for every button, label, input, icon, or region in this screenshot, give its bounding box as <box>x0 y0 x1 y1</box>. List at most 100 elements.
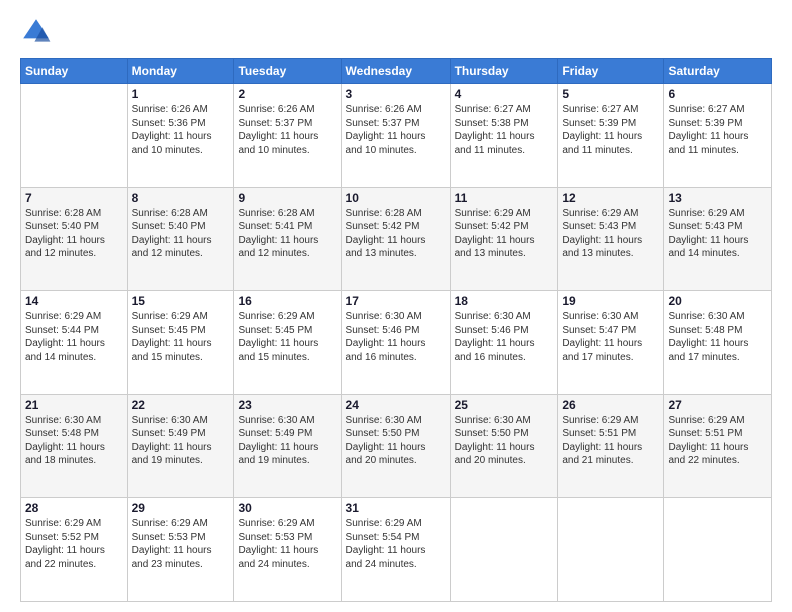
calendar-week-4: 21Sunrise: 6:30 AM Sunset: 5:48 PM Dayli… <box>21 394 772 498</box>
calendar-cell: 18Sunrise: 6:30 AM Sunset: 5:46 PM Dayli… <box>450 291 558 395</box>
calendar-header-thursday: Thursday <box>450 59 558 84</box>
logo <box>20 16 56 48</box>
day-number: 11 <box>455 191 554 205</box>
calendar-cell: 26 Sunrise: 6:29 AM Sunset: 5:51 PM Dayli… <box>558 394 664 498</box>
day-info: Sunrise: 6:29 AM Sunset: 5:42 PM Dayligh… <box>455 207 554 261</box>
day-info: Sunrise: 6:27 AM Sunset: 5:39 PM Dayligh… <box>668 103 767 157</box>
calendar-header-sunday: Sunday <box>21 59 128 84</box>
day-info: Sunrise: 6:29 AM Sunset: 5:51 PM Dayligh… <box>562 414 659 468</box>
calendar-cell: 25Sunrise: 6:30 AM Sunset: 5:50 PM Dayli… <box>450 394 558 498</box>
calendar-week-5: 28Sunrise: 6:29 AM Sunset: 5:52 PM Dayli… <box>21 498 772 602</box>
calendar-header-saturday: Saturday <box>664 59 772 84</box>
day-number: 6 <box>668 87 767 101</box>
day-info: Sunrise: 6:30 AM Sunset: 5:48 PM Dayligh… <box>668 310 767 364</box>
day-number: 14 <box>25 294 123 308</box>
day-info: Sunrise: 6:30 AM Sunset: 5:50 PM Dayligh… <box>346 414 446 468</box>
day-info: Sunrise: 6:26 AM Sunset: 5:36 PM Dayligh… <box>132 103 230 157</box>
day-number: 31 <box>346 501 446 515</box>
day-number: 28 <box>25 501 123 515</box>
day-info: Sunrise: 6:30 AM Sunset: 5:49 PM Dayligh… <box>132 414 230 468</box>
day-info: Sunrise: 6:27 AM Sunset: 5:39 PM Dayligh… <box>562 103 659 157</box>
calendar-cell: 20 Sunrise: 6:30 AM Sunset: 5:48 PM Dayli… <box>664 291 772 395</box>
calendar-cell: 13 Sunrise: 6:29 AM Sunset: 5:43 PM Dayli… <box>664 187 772 291</box>
day-number: 22 <box>132 398 230 412</box>
page: SundayMondayTuesdayWednesdayThursdayFrid… <box>0 0 792 612</box>
day-info: Sunrise: 6:27 AM Sunset: 5:38 PM Dayligh… <box>455 103 554 157</box>
calendar-cell <box>664 498 772 602</box>
day-info: Sunrise: 6:29 AM Sunset: 5:45 PM Dayligh… <box>238 310 336 364</box>
calendar-cell: 28Sunrise: 6:29 AM Sunset: 5:52 PM Dayli… <box>21 498 128 602</box>
calendar-cell: 7 Sunrise: 6:28 AM Sunset: 5:40 PM Daylig… <box>21 187 128 291</box>
calendar-header-row: SundayMondayTuesdayWednesdayThursdayFrid… <box>21 59 772 84</box>
day-info: Sunrise: 6:28 AM Sunset: 5:42 PM Dayligh… <box>346 207 446 261</box>
calendar-cell: 17Sunrise: 6:30 AM Sunset: 5:46 PM Dayli… <box>341 291 450 395</box>
day-number: 15 <box>132 294 230 308</box>
calendar-cell: 10 Sunrise: 6:28 AM Sunset: 5:42 PM Dayli… <box>341 187 450 291</box>
calendar-header-tuesday: Tuesday <box>234 59 341 84</box>
day-info: Sunrise: 6:30 AM Sunset: 5:47 PM Dayligh… <box>562 310 659 364</box>
calendar-cell <box>450 498 558 602</box>
day-info: Sunrise: 6:28 AM Sunset: 5:40 PM Dayligh… <box>25 207 123 261</box>
day-number: 24 <box>346 398 446 412</box>
day-number: 5 <box>562 87 659 101</box>
calendar-cell: 29 Sunrise: 6:29 AM Sunset: 5:53 PM Dayli… <box>127 498 234 602</box>
day-number: 13 <box>668 191 767 205</box>
calendar-cell: 15 Sunrise: 6:29 AM Sunset: 5:45 PM Dayli… <box>127 291 234 395</box>
day-info: Sunrise: 6:29 AM Sunset: 5:43 PM Dayligh… <box>668 207 767 261</box>
calendar-cell: 8 Sunrise: 6:28 AM Sunset: 5:40 PM Daylig… <box>127 187 234 291</box>
day-number: 10 <box>346 191 446 205</box>
calendar-cell: 30Sunrise: 6:29 AM Sunset: 5:53 PM Dayli… <box>234 498 341 602</box>
day-info: Sunrise: 6:29 AM Sunset: 5:45 PM Dayligh… <box>132 310 230 364</box>
day-info: Sunrise: 6:29 AM Sunset: 5:53 PM Dayligh… <box>238 517 336 571</box>
day-info: Sunrise: 6:29 AM Sunset: 5:53 PM Dayligh… <box>132 517 230 571</box>
calendar-cell: 5 Sunrise: 6:27 AM Sunset: 5:39 PM Daylig… <box>558 84 664 188</box>
calendar-cell: 1 Sunrise: 6:26 AM Sunset: 5:36 PM Daylig… <box>127 84 234 188</box>
calendar-cell <box>558 498 664 602</box>
calendar-cell: 27Sunrise: 6:29 AM Sunset: 5:51 PM Dayli… <box>664 394 772 498</box>
calendar-cell: 16 Sunrise: 6:29 AM Sunset: 5:45 PM Dayli… <box>234 291 341 395</box>
header <box>20 16 772 48</box>
day-info: Sunrise: 6:29 AM Sunset: 5:51 PM Dayligh… <box>668 414 767 468</box>
calendar-cell: 31 Sunrise: 6:29 AM Sunset: 5:54 PM Dayli… <box>341 498 450 602</box>
calendar-cell: 24 Sunrise: 6:30 AM Sunset: 5:50 PM Dayli… <box>341 394 450 498</box>
calendar-table: SundayMondayTuesdayWednesdayThursdayFrid… <box>20 58 772 602</box>
calendar-week-1: 1 Sunrise: 6:26 AM Sunset: 5:36 PM Daylig… <box>21 84 772 188</box>
calendar-cell <box>21 84 128 188</box>
calendar-cell: 11 Sunrise: 6:29 AM Sunset: 5:42 PM Dayli… <box>450 187 558 291</box>
day-info: Sunrise: 6:30 AM Sunset: 5:46 PM Dayligh… <box>455 310 554 364</box>
day-number: 21 <box>25 398 123 412</box>
day-number: 1 <box>132 87 230 101</box>
calendar-week-3: 14 Sunrise: 6:29 AM Sunset: 5:44 PM Dayli… <box>21 291 772 395</box>
calendar-cell: 3 Sunrise: 6:26 AM Sunset: 5:37 PM Daylig… <box>341 84 450 188</box>
calendar-cell: 19 Sunrise: 6:30 AM Sunset: 5:47 PM Dayli… <box>558 291 664 395</box>
day-info: Sunrise: 6:28 AM Sunset: 5:41 PM Dayligh… <box>238 207 336 261</box>
day-number: 19 <box>562 294 659 308</box>
day-info: Sunrise: 6:26 AM Sunset: 5:37 PM Dayligh… <box>346 103 446 157</box>
day-info: Sunrise: 6:28 AM Sunset: 5:40 PM Dayligh… <box>132 207 230 261</box>
calendar-cell: 2Sunrise: 6:26 AM Sunset: 5:37 PM Daylig… <box>234 84 341 188</box>
day-info: Sunrise: 6:30 AM Sunset: 5:50 PM Dayligh… <box>455 414 554 468</box>
day-number: 20 <box>668 294 767 308</box>
day-number: 29 <box>132 501 230 515</box>
calendar-cell: 23 Sunrise: 6:30 AM Sunset: 5:49 PM Dayli… <box>234 394 341 498</box>
day-number: 23 <box>238 398 336 412</box>
calendar-week-2: 7 Sunrise: 6:28 AM Sunset: 5:40 PM Daylig… <box>21 187 772 291</box>
calendar-cell: 4 Sunrise: 6:27 AM Sunset: 5:38 PM Daylig… <box>450 84 558 188</box>
calendar-cell: 12 Sunrise: 6:29 AM Sunset: 5:43 PM Dayli… <box>558 187 664 291</box>
day-info: Sunrise: 6:30 AM Sunset: 5:49 PM Dayligh… <box>238 414 336 468</box>
day-info: Sunrise: 6:29 AM Sunset: 5:43 PM Dayligh… <box>562 207 659 261</box>
calendar-cell: 22 Sunrise: 6:30 AM Sunset: 5:49 PM Dayli… <box>127 394 234 498</box>
day-number: 2 <box>238 87 336 101</box>
calendar-cell: 6 Sunrise: 6:27 AM Sunset: 5:39 PM Daylig… <box>664 84 772 188</box>
calendar-header-monday: Monday <box>127 59 234 84</box>
day-info: Sunrise: 6:29 AM Sunset: 5:54 PM Dayligh… <box>346 517 446 571</box>
day-number: 7 <box>25 191 123 205</box>
day-number: 26 <box>562 398 659 412</box>
day-number: 3 <box>346 87 446 101</box>
day-number: 4 <box>455 87 554 101</box>
day-number: 9 <box>238 191 336 205</box>
day-number: 12 <box>562 191 659 205</box>
day-number: 8 <box>132 191 230 205</box>
day-number: 16 <box>238 294 336 308</box>
day-info: Sunrise: 6:29 AM Sunset: 5:44 PM Dayligh… <box>25 310 123 364</box>
